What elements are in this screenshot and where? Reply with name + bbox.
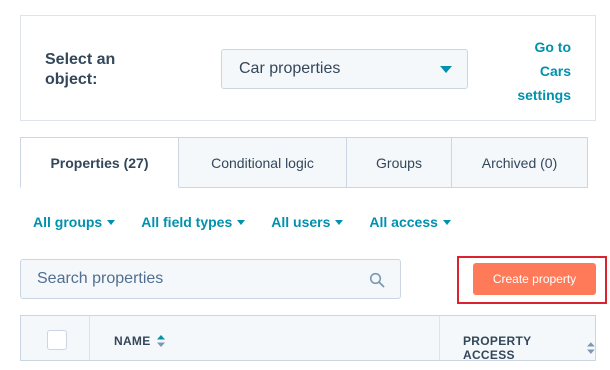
tab-properties[interactable]: Properties (27)	[20, 137, 179, 188]
search-box	[20, 259, 401, 299]
tab-conditional-logic[interactable]: Conditional logic	[179, 137, 347, 188]
filter-label: All users	[271, 214, 331, 230]
caret-down-icon	[440, 66, 452, 73]
create-property-button[interactable]: Create property	[473, 263, 596, 295]
column-divider	[439, 316, 440, 361]
sort-icon	[156, 335, 165, 347]
table-header: NAME PROPERTY ACCESS	[20, 315, 596, 362]
caret-down-icon	[442, 219, 451, 225]
column-header-property-access[interactable]: PROPERTY ACCESS	[463, 334, 595, 362]
select-all-cell	[21, 316, 90, 361]
filter-label: All field types	[141, 214, 233, 230]
column-label: PROPERTY ACCESS	[463, 334, 532, 362]
search-input[interactable]	[37, 270, 357, 288]
caret-down-icon	[335, 219, 344, 225]
filter-all-groups[interactable]: All groups	[33, 214, 116, 230]
search-icon[interactable]	[369, 272, 385, 288]
tab-groups[interactable]: Groups	[347, 137, 452, 188]
caret-down-icon	[107, 219, 116, 225]
filter-label: All groups	[33, 214, 103, 230]
filter-bar: All groups All field types All users All…	[33, 214, 477, 230]
table-border	[20, 360, 596, 361]
filter-label: All access	[369, 214, 438, 230]
tab-bar: Properties (27) Conditional logic Groups…	[20, 137, 588, 188]
object-select-dropdown[interactable]: Car properties	[221, 49, 468, 89]
filter-all-field-types[interactable]: All field types	[141, 214, 246, 230]
select-all-checkbox[interactable]	[47, 330, 67, 350]
object-select-label: Select an object:	[45, 51, 116, 88]
caret-down-icon	[237, 219, 246, 225]
sort-icon	[587, 342, 595, 354]
object-select-value: Car properties	[239, 60, 341, 77]
column-label: NAME	[114, 334, 151, 348]
filter-all-access[interactable]: All access	[369, 214, 451, 230]
filter-all-users[interactable]: All users	[271, 214, 344, 230]
column-header-name[interactable]: NAME	[114, 334, 165, 348]
go-to-settings-link[interactable]: Go to Cars settings	[501, 35, 571, 107]
object-selector-card: Select an object: Car properties Go to C…	[20, 15, 596, 121]
tab-archived[interactable]: Archived (0)	[452, 137, 588, 188]
